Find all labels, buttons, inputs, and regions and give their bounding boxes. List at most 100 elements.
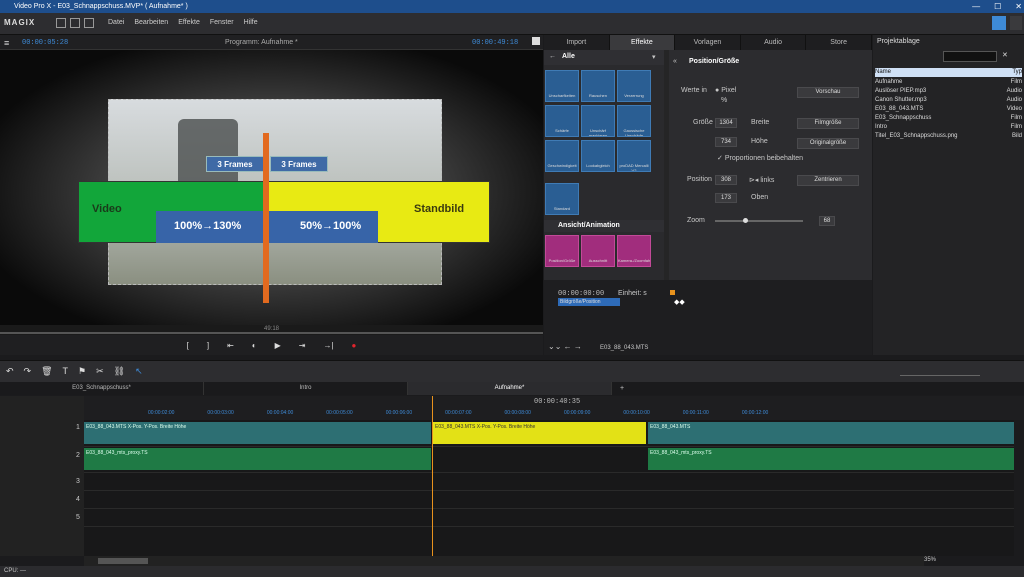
effect-tile[interactable]: Lookabgleich (581, 140, 615, 172)
mark-out-icon[interactable]: ] (207, 341, 209, 350)
keyframe-track[interactable]: Bildgröße/Position (558, 298, 620, 306)
vorschau-button[interactable]: Vorschau (797, 87, 859, 98)
new-icon[interactable] (56, 18, 66, 28)
tab-audio[interactable]: Audio (741, 35, 807, 50)
add-tab-icon[interactable]: + (612, 382, 632, 395)
delete-icon[interactable]: 🗑 (41, 366, 52, 377)
record-icon[interactable]: ● (352, 341, 357, 350)
menu-effekte[interactable]: Effekte (178, 19, 200, 26)
audio-clip[interactable]: E03_88_043_mts_proxy.TS (84, 448, 431, 470)
next-icon[interactable]: → (574, 342, 582, 351)
undo-icon[interactable]: ↶ (6, 366, 14, 377)
effect-tile[interactable]: Standard (545, 183, 579, 215)
save-icon[interactable] (84, 18, 94, 28)
prev-icon[interactable]: ← (564, 342, 572, 351)
list-item[interactable]: Intro Film (875, 123, 1022, 132)
list-item[interactable]: Auslöser PIEP.mp3 Audio (875, 87, 1022, 96)
zentrieren-button[interactable]: Zentrieren (797, 175, 859, 186)
video-clip[interactable]: E03_88_043.MTS X-Pos. Y-Pos. Breite Höhe (84, 422, 431, 444)
tab-store[interactable]: Store (806, 35, 872, 50)
einheit-label: Einheit: s (618, 290, 647, 297)
expand-icon[interactable]: ⌄⌄ (548, 342, 561, 351)
cut-icon[interactable]: ✂ (96, 366, 104, 377)
percent-label[interactable]: % (721, 97, 727, 104)
list-item[interactable]: E03_88_043.MTS Video (875, 105, 1022, 114)
undock-icon[interactable] (532, 37, 540, 45)
zoom-input[interactable]: 68 (819, 216, 835, 226)
effect-tile[interactable]: Schärfe (545, 105, 579, 137)
pixel-radio[interactable]: ● Pixel (715, 87, 736, 94)
link-icon[interactable]: ⛓ (114, 366, 125, 377)
chevron-down-icon[interactable]: ▾ (652, 53, 656, 61)
back-icon[interactable]: ← (549, 53, 556, 60)
tab-e03[interactable]: E03_Schnappschuss* (0, 382, 204, 395)
section-header[interactable]: Ansicht/Animation (544, 220, 664, 232)
keyframe-marker[interactable] (670, 290, 675, 295)
settings-icon[interactable] (992, 16, 1006, 30)
audio-clip[interactable]: E03_88_043_mts_proxy.TS (648, 448, 1014, 470)
effect-tile-ausschnitt[interactable]: Ausschnitt (581, 235, 615, 267)
list-item[interactable]: Titel_E03_Schnappschuss.png Bild (875, 132, 1022, 141)
mouse-mode-icon[interactable]: ↖ (135, 366, 143, 377)
collapse-icon[interactable]: « (673, 58, 677, 65)
tab-intro[interactable]: Intro (204, 382, 408, 395)
maximize-icon[interactable]: ☐ (994, 0, 1001, 13)
effect-tile[interactable]: Gaussische Unschärfe (617, 105, 651, 137)
keyframe-diamonds[interactable]: ◆◆ (674, 298, 685, 306)
effect-tile[interactable]: proDAD Mercalli V2 (617, 140, 651, 172)
clear-icon[interactable]: ✕ (1002, 51, 1008, 59)
playhead[interactable] (432, 396, 433, 556)
timeline-ruler[interactable]: 00:00:40:35 00:00:02:00 00:00:03:00 00:00:… (84, 396, 1024, 420)
master-volume[interactable] (900, 366, 980, 376)
text-icon[interactable]: T (63, 366, 69, 377)
tab-import[interactable]: Import (544, 35, 610, 50)
zoom-slider-thumb[interactable] (743, 218, 748, 223)
redo-icon[interactable]: ↷ (24, 366, 32, 377)
links-input[interactable]: 308 (715, 175, 737, 185)
effect-tile[interactable]: Rauschen (581, 70, 615, 102)
hoehe-input[interactable]: 734 (715, 137, 737, 147)
effect-tile[interactable]: Geschwindigkeit (545, 140, 579, 172)
project-search-input[interactable] (943, 51, 997, 62)
prev-marker-icon[interactable]: ⇤ (227, 341, 234, 350)
video-clip[interactable]: E03_88_043.MTS (648, 422, 1014, 444)
next-frame-icon[interactable]: ⇥ (299, 341, 306, 350)
next-marker-icon[interactable]: →| (323, 341, 333, 350)
timeline-scrollbar[interactable] (84, 556, 924, 566)
menu-hilfe[interactable]: Hilfe (244, 19, 258, 26)
close-icon[interactable]: ✕ (1015, 0, 1022, 13)
zoom-slider[interactable] (715, 220, 803, 222)
tab-effekte[interactable]: Effekte (609, 35, 676, 50)
loop-icon[interactable]: ◐ (252, 341, 257, 350)
menu-datei[interactable]: Datei (108, 19, 124, 26)
video-clip-selected[interactable]: E03_88_043.MTS X-Pos. Y-Pos. Breite Höhe (433, 422, 646, 444)
list-item[interactable]: Canon Shutter.mp3 Audio (875, 96, 1022, 105)
open-icon[interactable] (70, 18, 80, 28)
effect-tile[interactable]: Verzerrung (617, 70, 651, 102)
preview-scrubber[interactable]: 49:18 (0, 325, 543, 335)
effect-tile-kamera[interactable]: Kamera-/Zoomfahrt (617, 235, 651, 267)
play-icon[interactable]: ▶ (275, 341, 281, 350)
list-item[interactable]: Aufnahme Film (875, 78, 1022, 87)
marker-icon[interactable]: ⚑ (78, 366, 86, 377)
tab-aufnahme[interactable]: Aufnahme* (408, 382, 612, 395)
effect-tile[interactable]: Unscharfkeiten (545, 70, 579, 102)
tab-vorlagen[interactable]: Vorlagen (675, 35, 741, 50)
oben-input[interactable]: 173 (715, 193, 737, 203)
col-type[interactable]: Typ (1012, 68, 1022, 77)
menu-fenster[interactable]: Fenster (210, 19, 234, 26)
proportionen-checkbox[interactable]: ✓ Proportionen beibehalten (717, 154, 803, 162)
scroll-thumb[interactable] (98, 558, 148, 564)
effect-tile-position[interactable]: Position/Größe (545, 235, 579, 267)
effect-tile[interactable]: Unschärf maskieren (581, 105, 615, 137)
list-item[interactable]: E03_Schnappschuss Film (875, 114, 1022, 123)
col-name[interactable]: Name (875, 68, 891, 77)
help-icon[interactable] (1010, 16, 1022, 30)
hamburger-icon[interactable]: ≡ (4, 38, 9, 48)
menu-bearbeiten[interactable]: Bearbeiten (134, 19, 168, 26)
mark-in-icon[interactable]: [ (187, 341, 189, 350)
breite-input[interactable]: 1304 (715, 118, 737, 128)
filmgroesse-button[interactable]: Filmgröße (797, 118, 859, 129)
minimize-icon[interactable]: — (972, 0, 980, 13)
originalgroesse-button[interactable]: Originalgröße (797, 138, 859, 149)
